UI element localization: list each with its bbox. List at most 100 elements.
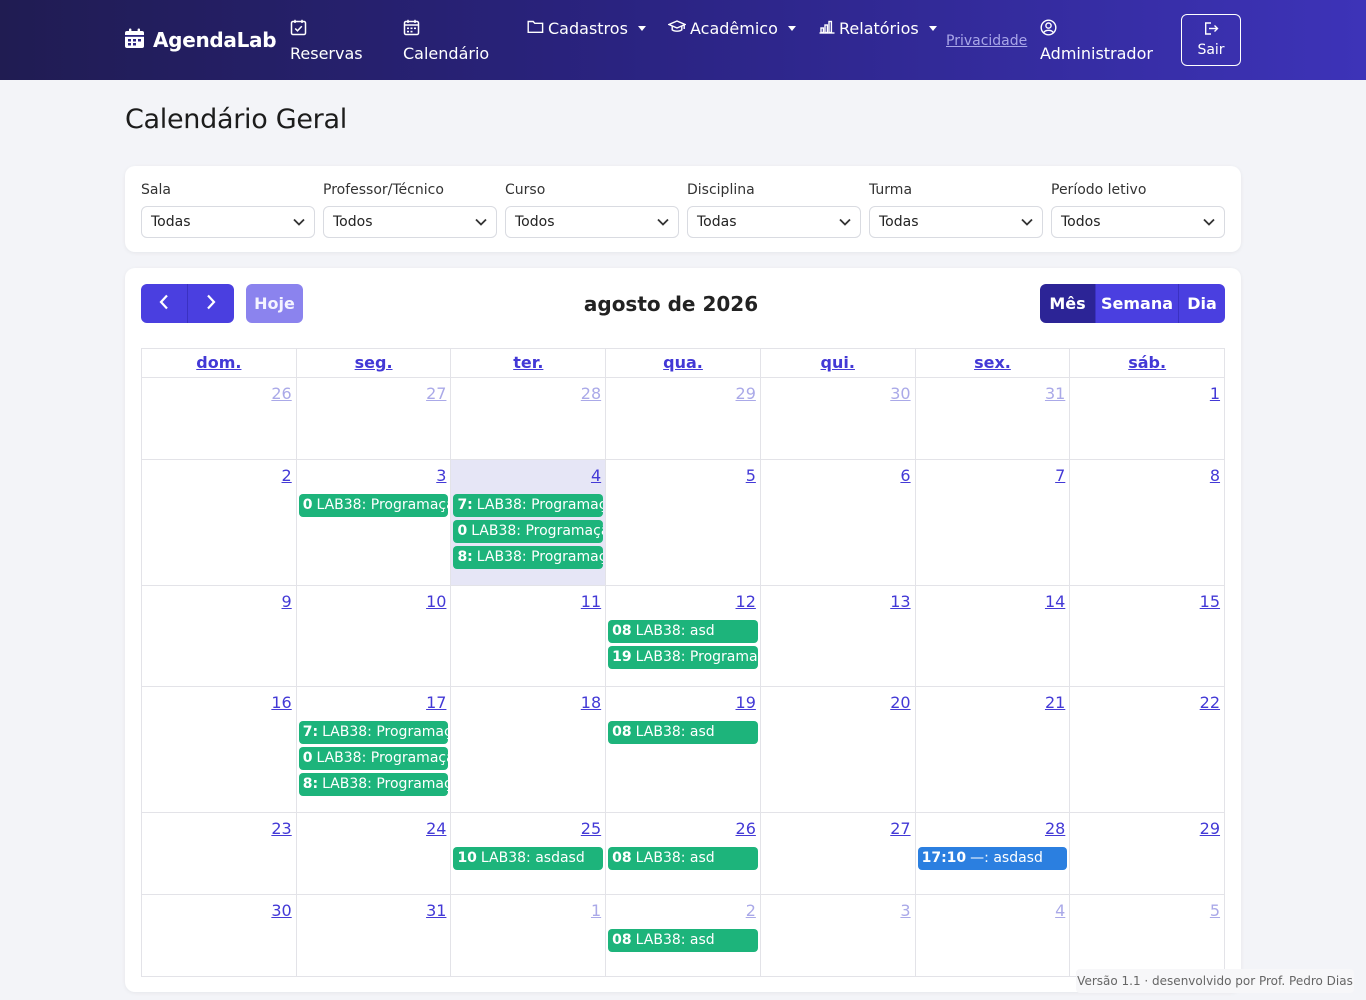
day-number-link[interactable]: 9 bbox=[282, 592, 292, 611]
day-cell[interactable]: 8 bbox=[1070, 460, 1226, 586]
calendar-event[interactable]: 7:LAB38: Programação bbox=[298, 721, 449, 744]
day-cell[interactable]: 29 bbox=[1070, 813, 1226, 895]
day-number-link[interactable]: 5 bbox=[746, 466, 756, 485]
day-number-link[interactable]: 3 bbox=[436, 466, 446, 485]
calendar-event[interactable]: 0LAB38: Programação bbox=[298, 747, 449, 770]
day-cell[interactable]: 26 08 LAB38: asd bbox=[606, 813, 761, 895]
calendar-event[interactable]: 8:LAB38: Programação bbox=[298, 773, 449, 796]
calendar-event[interactable]: 08 LAB38: asd bbox=[608, 721, 758, 744]
privacy-link[interactable]: Privacidade bbox=[946, 33, 1027, 49]
nav-reservas[interactable]: Reservas bbox=[290, 19, 363, 63]
weekday-header-cell[interactable]: qua. bbox=[606, 349, 761, 378]
day-cell[interactable]: 1 bbox=[451, 895, 607, 977]
day-cell[interactable]: 7 bbox=[915, 460, 1071, 586]
day-cell[interactable]: 11 bbox=[451, 586, 607, 687]
view-month-button[interactable]: Mês bbox=[1040, 284, 1095, 323]
day-cell[interactable]: 24 bbox=[296, 813, 452, 895]
day-number-link[interactable]: 30 bbox=[271, 901, 291, 920]
filter-periodo-select[interactable]: Todos bbox=[1051, 206, 1225, 238]
day-cell[interactable]: 4 bbox=[915, 895, 1071, 977]
user-menu[interactable]: Administrador bbox=[1040, 19, 1153, 63]
day-number-link[interactable]: 19 bbox=[736, 693, 756, 712]
filter-disciplina-select[interactable]: Todas bbox=[687, 206, 861, 238]
calendar-event[interactable]: 08 LAB38: asd bbox=[608, 620, 758, 643]
day-cell[interactable]: 5 bbox=[1070, 895, 1226, 977]
calendar-event[interactable]: 08 LAB38: asd bbox=[608, 847, 758, 870]
day-number-link[interactable]: 26 bbox=[271, 384, 291, 403]
calendar-event[interactable]: 0LAB38: Programação bbox=[298, 494, 449, 517]
day-cell[interactable]: 18 bbox=[451, 687, 607, 813]
day-number-link[interactable]: 16 bbox=[271, 693, 291, 712]
weekday-header-cell[interactable]: dom. bbox=[142, 349, 297, 378]
day-cell[interactable]: 3 0LAB38: Programação bbox=[296, 460, 452, 586]
day-cell[interactable]: 13 bbox=[760, 586, 916, 687]
day-number-link[interactable]: 13 bbox=[890, 592, 910, 611]
calendar-event[interactable]: 17:10 —: asdasd bbox=[917, 847, 1068, 870]
day-number-link[interactable]: 28 bbox=[1045, 819, 1065, 838]
day-cell[interactable]: 29 bbox=[606, 378, 761, 460]
day-cell[interactable]: 15 bbox=[1070, 586, 1226, 687]
day-number-link[interactable]: 14 bbox=[1045, 592, 1065, 611]
filter-professor-select[interactable]: Todos bbox=[323, 206, 497, 238]
day-number-link[interactable]: 26 bbox=[736, 819, 756, 838]
day-cell[interactable]: 25 10 LAB38: asdasd bbox=[451, 813, 607, 895]
day-cell[interactable]: 14 bbox=[915, 586, 1071, 687]
day-cell[interactable]: 5 bbox=[606, 460, 761, 586]
day-number-link[interactable]: 29 bbox=[1200, 819, 1220, 838]
day-cell[interactable]: 22 bbox=[1070, 687, 1226, 813]
nav-academico-dropdown[interactable]: Acadêmico bbox=[667, 19, 796, 38]
day-number-link[interactable]: 22 bbox=[1200, 693, 1220, 712]
day-number-link[interactable]: 4 bbox=[1055, 901, 1065, 920]
calendar-event[interactable]: 0LAB38: Programação bbox=[453, 520, 604, 543]
day-number-link[interactable]: 27 bbox=[890, 819, 910, 838]
day-number-link[interactable]: 20 bbox=[890, 693, 910, 712]
day-number-link[interactable]: 8 bbox=[1210, 466, 1220, 485]
nav-calendario[interactable]: Calendário bbox=[403, 19, 489, 63]
weekday-header-cell[interactable]: qui. bbox=[760, 349, 916, 378]
calendar-event[interactable]: 7:LAB38: Programação bbox=[453, 494, 604, 517]
day-number-link[interactable]: 2 bbox=[746, 901, 756, 920]
day-cell[interactable]: 19 08 LAB38: asd bbox=[606, 687, 761, 813]
logout-button[interactable]: Sair bbox=[1181, 14, 1241, 66]
day-number-link[interactable]: 31 bbox=[1045, 384, 1065, 403]
day-number-link[interactable]: 27 bbox=[426, 384, 446, 403]
day-number-link[interactable]: 15 bbox=[1200, 592, 1220, 611]
weekday-header-cell[interactable]: sex. bbox=[915, 349, 1071, 378]
calendar-event[interactable]: 8:LAB38: Programação bbox=[453, 546, 604, 569]
day-cell[interactable]: 10 bbox=[296, 586, 452, 687]
day-cell[interactable]: 20 bbox=[760, 687, 916, 813]
day-cell[interactable]: 21 bbox=[915, 687, 1071, 813]
day-number-link[interactable]: 1 bbox=[1210, 384, 1220, 403]
day-number-link[interactable]: 11 bbox=[581, 592, 601, 611]
view-week-button[interactable]: Semana bbox=[1095, 284, 1178, 323]
day-cell[interactable]: 9 bbox=[142, 586, 297, 687]
day-cell[interactable]: 28 bbox=[451, 378, 607, 460]
filter-turma-select[interactable]: Todas bbox=[869, 206, 1043, 238]
day-number-link[interactable]: 17 bbox=[426, 693, 446, 712]
day-number-link[interactable]: 6 bbox=[900, 466, 910, 485]
day-number-link[interactable]: 28 bbox=[581, 384, 601, 403]
day-number-link[interactable]: 18 bbox=[581, 693, 601, 712]
day-number-link[interactable]: 12 bbox=[736, 592, 756, 611]
day-number-link[interactable]: 31 bbox=[426, 901, 446, 920]
day-cell[interactable]: 16 bbox=[142, 687, 297, 813]
day-number-link[interactable]: 10 bbox=[426, 592, 446, 611]
day-cell[interactable]: 30 bbox=[142, 895, 297, 977]
day-number-link[interactable]: 4 bbox=[591, 466, 601, 485]
day-cell[interactable]: 2 bbox=[142, 460, 297, 586]
day-cell[interactable]: 28 17:10 —: asdasd bbox=[915, 813, 1071, 895]
day-number-link[interactable]: 5 bbox=[1210, 901, 1220, 920]
day-number-link[interactable]: 25 bbox=[581, 819, 601, 838]
day-number-link[interactable]: 3 bbox=[900, 901, 910, 920]
calendar-event[interactable]: 08 LAB38: asd bbox=[608, 929, 758, 952]
day-number-link[interactable]: 30 bbox=[890, 384, 910, 403]
day-number-link[interactable]: 21 bbox=[1045, 693, 1065, 712]
nav-relatorios-dropdown[interactable]: Relatórios bbox=[819, 19, 937, 38]
day-number-link[interactable]: 1 bbox=[591, 901, 601, 920]
day-cell[interactable]: 23 bbox=[142, 813, 297, 895]
day-cell[interactable]: 1208LAB38: asd19LAB38: Programação bbox=[606, 586, 761, 687]
day-cell[interactable]: 27 bbox=[760, 813, 916, 895]
nav-cadastros-dropdown[interactable]: Cadastros bbox=[527, 19, 646, 38]
day-number-link[interactable]: 7 bbox=[1055, 466, 1065, 485]
day-cell[interactable]: 30 bbox=[760, 378, 916, 460]
